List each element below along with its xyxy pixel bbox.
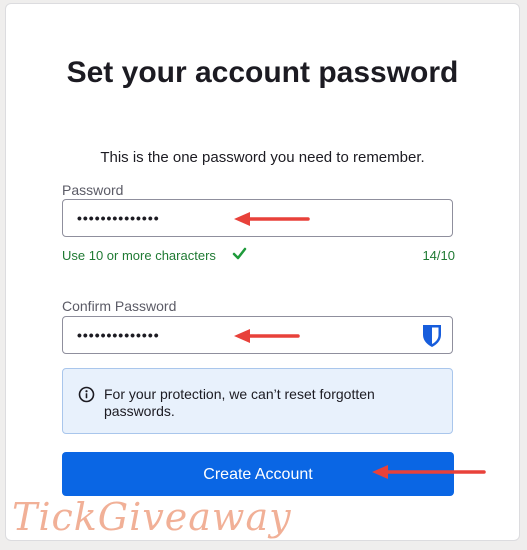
password-label: Password [62,182,124,198]
annotation-arrow [234,329,300,343]
password-value: •••••••••••••• [77,210,160,226]
annotation-arrow [372,465,486,479]
confirm-password-label: Confirm Password [62,298,177,314]
annotation-arrow [234,212,310,226]
protection-notice-text: For your protection, we can’t reset forg… [104,386,375,419]
confirm-password-value: •••••••••••••• [77,327,160,343]
info-icon [78,386,95,408]
password-hint-text: Use 10 or more characters [62,248,216,263]
protection-notice: For your protection, we can’t reset forg… [62,368,453,434]
bitwarden-shield-icon[interactable] [421,324,443,353]
checkmark-icon [232,246,247,264]
page-title: Set your account password [66,56,459,89]
watermark-logo: TickGiveaway [12,495,292,539]
page-subtitle: This is the one password you need to rem… [100,149,425,166]
password-length-count: 14/10 [422,248,455,263]
